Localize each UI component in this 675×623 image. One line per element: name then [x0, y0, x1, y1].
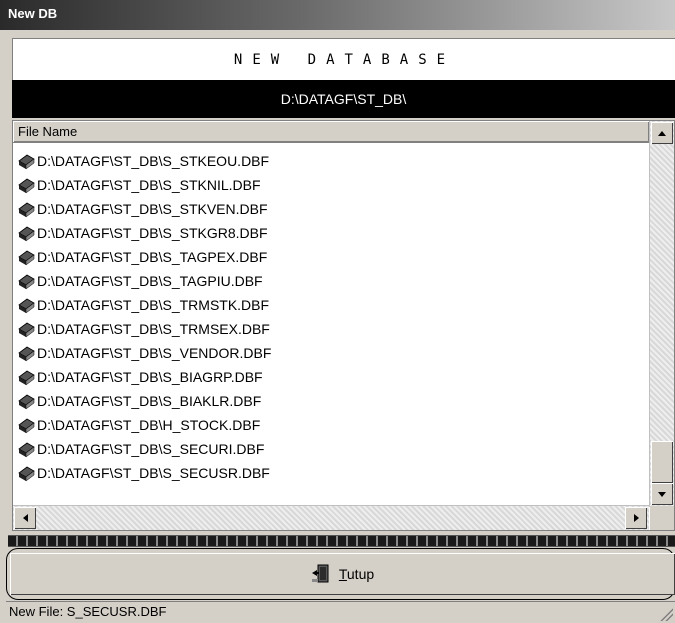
scrollbar-corner [650, 506, 674, 530]
file-name-text: D:\DATAGF\ST_DB\S_VENDOR.DBF [37, 345, 272, 361]
list-item[interactable]: D:\DATAGF\ST_DB\H_STOCK.DBF [17, 413, 647, 437]
title-bar: New DB [0, 0, 675, 30]
database-file-icon [18, 370, 35, 385]
list-item[interactable]: D:\DATAGF\ST_DB\S_TAGPEX.DBF [17, 245, 647, 269]
vertical-scroll-thumb[interactable] [651, 441, 673, 483]
list-item[interactable]: D:\DATAGF\ST_DB\S_STKEOU.DBF [17, 149, 647, 173]
tutup-button[interactable]: Tutup [10, 553, 675, 595]
list-item[interactable]: D:\DATAGF\ST_DB\S_BIAKLR.DBF [17, 389, 647, 413]
file-name-text: D:\DATAGF\ST_DB\S_SECUSR.DBF [37, 465, 270, 481]
file-name-text: D:\DATAGF\ST_DB\S_TAGPEX.DBF [37, 249, 268, 265]
file-name-text: D:\DATAGF\ST_DB\H_STOCK.DBF [37, 417, 261, 433]
vertical-scrollbar[interactable] [649, 121, 674, 507]
file-name-text: D:\DATAGF\ST_DB\S_BIAKLR.DBF [37, 393, 262, 409]
file-rows: D:\DATAGF\ST_DB\S_STKEOU.DBF D:\DATAGF\ST… [17, 149, 647, 485]
scroll-down-button[interactable] [651, 483, 673, 505]
resize-grip[interactable] [659, 607, 673, 621]
file-name-text: D:\DATAGF\ST_DB\S_TAGPIU.DBF [37, 273, 263, 289]
list-item[interactable]: D:\DATAGF\ST_DB\S_SECURI.DBF [17, 437, 647, 461]
scroll-right-button[interactable] [625, 507, 647, 529]
page-title: NEW DATABASE [233, 52, 456, 68]
database-file-icon [18, 154, 35, 169]
database-file-icon [18, 322, 35, 337]
tutup-button-label: Tutup [338, 566, 375, 582]
database-file-icon [18, 250, 35, 265]
list-item[interactable]: D:\DATAGF\ST_DB\S_STKVEN.DBF [17, 197, 647, 221]
list-item[interactable]: D:\DATAGF\ST_DB\S_TAGPIU.DBF [17, 269, 647, 293]
status-text: New File: S_SECUSR.DBF [9, 604, 167, 619]
list-item[interactable]: D:\DATAGF\ST_DB\S_TRMSEX.DBF [17, 317, 647, 341]
window-title: New DB [8, 6, 58, 21]
database-file-icon [18, 178, 35, 193]
database-file-icon [18, 466, 35, 481]
list-item[interactable]: D:\DATAGF\ST_DB\S_STKGR8.DBF [17, 221, 647, 245]
exit-door-icon [311, 564, 329, 583]
triangle-right-icon [633, 514, 639, 522]
database-file-icon [18, 442, 35, 457]
scroll-left-button[interactable] [14, 507, 36, 529]
list-item[interactable]: D:\DATAGF\ST_DB\S_SECUSR.DBF [17, 461, 647, 485]
triangle-up-icon [658, 130, 666, 136]
progress-bar [8, 535, 675, 547]
list-item[interactable]: D:\DATAGF\ST_DB\S_BIAGRP.DBF [17, 365, 647, 389]
file-list[interactable]: File Name D:\DATAGF\ST_DB\S_STKEOU.DBF D:… [12, 120, 675, 531]
list-item[interactable]: D:\DATAGF\ST_DB\S_VENDOR.DBF [17, 341, 647, 365]
list-item[interactable]: D:\DATAGF\ST_DB\S_TRMSTK.DBF [17, 293, 647, 317]
scroll-up-button[interactable] [651, 122, 673, 144]
file-name-text: D:\DATAGF\ST_DB\S_SECURI.DBF [37, 441, 265, 457]
list-item[interactable]: D:\DATAGF\ST_DB\S_STKNIL.DBF [17, 173, 647, 197]
database-file-icon [18, 418, 35, 433]
database-file-icon [18, 226, 35, 241]
file-name-text: D:\DATAGF\ST_DB\S_TRMSEX.DBF [37, 321, 270, 337]
column-header-file-name[interactable]: File Name [13, 121, 649, 143]
triangle-left-icon [22, 514, 28, 522]
database-file-icon [18, 202, 35, 217]
database-path: D:\DATAGF\ST_DB\ [280, 91, 407, 107]
status-bar: New File: S_SECUSR.DBF [6, 601, 675, 623]
database-file-icon [18, 394, 35, 409]
triangle-down-icon [658, 491, 666, 497]
file-name-text: D:\DATAGF\ST_DB\S_STKGR8.DBF [37, 225, 268, 241]
horizontal-scrollbar[interactable] [13, 505, 649, 530]
file-name-text: D:\DATAGF\ST_DB\S_STKEOU.DBF [37, 153, 270, 169]
file-name-text: D:\DATAGF\ST_DB\S_TRMSTK.DBF [37, 297, 270, 313]
database-file-icon [18, 346, 35, 361]
database-file-icon [18, 274, 35, 289]
file-name-text: D:\DATAGF\ST_DB\S_BIAGRP.DBF [37, 369, 263, 385]
file-name-text: D:\DATAGF\ST_DB\S_STKNIL.DBF [37, 177, 261, 193]
database-file-icon [18, 298, 35, 313]
path-panel: D:\DATAGF\ST_DB\ [12, 80, 675, 118]
heading-panel: NEW DATABASE [12, 38, 675, 81]
file-name-text: D:\DATAGF\ST_DB\S_STKVEN.DBF [37, 201, 268, 217]
